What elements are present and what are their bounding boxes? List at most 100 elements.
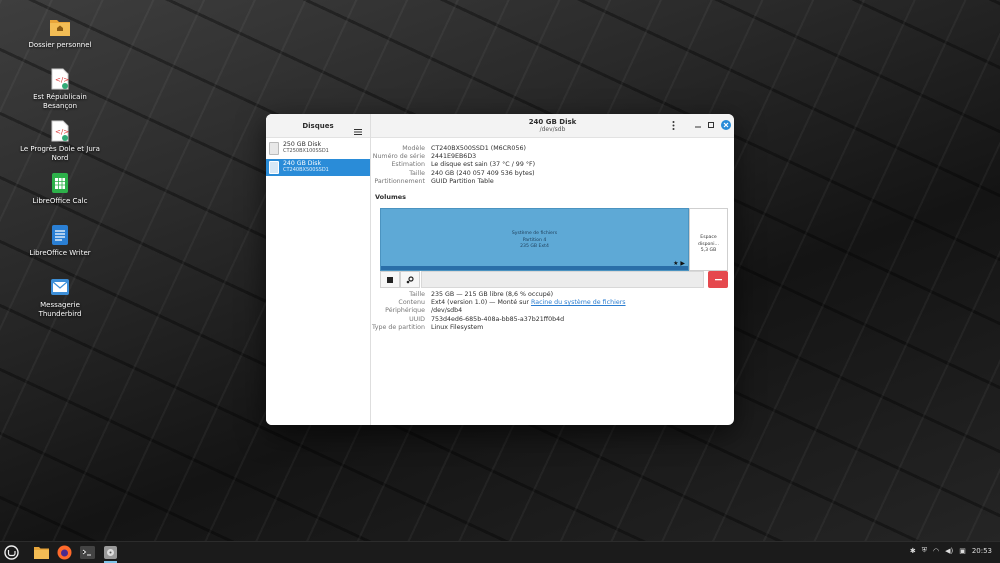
prop-key: Taille bbox=[409, 291, 425, 298]
desktop-icon-label: Le Progrès Dole et Jura Nord bbox=[20, 145, 100, 162]
svg-text:</>: </> bbox=[55, 76, 69, 84]
desktop-icon-thunderbird[interactable]: Messagerie Thunderbird bbox=[20, 276, 100, 319]
prop-value: Le disque est sain (37 °C / 99 °F) bbox=[431, 161, 536, 169]
disks-taskbar-item[interactable] bbox=[102, 544, 119, 563]
mint-menu-button[interactable] bbox=[3, 544, 20, 561]
taskbar: ✱ ⛨ ◠ ◀) ▣ 20:53 bbox=[0, 541, 1000, 563]
disk-item-250gb[interactable]: 250 GB Disk CT250BX100SSD1 bbox=[266, 140, 370, 157]
prop-row: Partitionnement GUID Partition Table bbox=[371, 178, 734, 186]
prop-row: Numéro de série 2441E9EB6D3 bbox=[371, 153, 734, 161]
desktop-icon-home[interactable]: Dossier personnel bbox=[20, 16, 100, 50]
prop-value: 753d4ed6-685b-408a-bb85-a37b21ff0b4d bbox=[431, 315, 565, 323]
firefox-icon bbox=[57, 545, 72, 560]
prop-value: GUID Partition Table bbox=[431, 177, 494, 185]
prop-value: /dev/sdb4 bbox=[431, 307, 463, 315]
kebab-menu-icon[interactable] bbox=[667, 119, 679, 131]
bluetooth-icon[interactable]: ✱ bbox=[910, 547, 916, 555]
terminal-launcher[interactable] bbox=[79, 544, 96, 561]
desktop-icon-label: Messagerie Thunderbird bbox=[38, 301, 82, 318]
disks-window: Disques 250 GB Disk CT250BX100SSD1 240 G… bbox=[266, 114, 734, 425]
prop-row: Modèle CT240BX500SSD1 (M6CR056) bbox=[371, 145, 734, 153]
prop-key: Estimation bbox=[391, 161, 425, 169]
disk-device-path: /dev/sdb bbox=[539, 126, 566, 133]
calc-icon bbox=[49, 172, 71, 194]
prop-value: 240 GB (240 057 409 536 bytes) bbox=[431, 169, 535, 177]
folder-home-icon bbox=[49, 16, 71, 38]
content-text: Ext4 (version 1.0) — Monté sur bbox=[431, 299, 531, 307]
mint-logo-icon bbox=[4, 545, 19, 560]
header-bar: 240 GB Disk /dev/sdb bbox=[371, 114, 734, 138]
sidebar: Disques 250 GB Disk CT250BX100SSD1 240 G… bbox=[266, 114, 371, 425]
volume-properties: Taille 235 GB — 215 GB libre (8,6 % occup… bbox=[371, 291, 626, 332]
maximize-icon[interactable] bbox=[705, 119, 717, 131]
disk-model: CT250BX100SSD1 bbox=[283, 148, 329, 155]
desktop-icon-label: Est Républicain Besançon bbox=[33, 93, 87, 110]
prop-value: CT240BX500SSD1 (M6CR056) bbox=[431, 145, 526, 152]
shield-icon[interactable]: ⛨ bbox=[922, 546, 927, 555]
notifications-icon[interactable]: ▣ bbox=[959, 547, 966, 555]
prop-value: Linux Filesystem bbox=[431, 323, 484, 331]
html-file-icon: </> bbox=[49, 68, 71, 90]
free-space-block[interactable]: Espace disponi... 5,3 GB bbox=[689, 208, 728, 271]
prop-row: UUID 753d4ed6-685b-408a-bb85-a37b21ff0b4d bbox=[371, 316, 626, 324]
disk-model: CT240BX500SSD1 bbox=[283, 167, 329, 174]
prop-value: 235 GB — 215 GB libre (8,6 % occupé) bbox=[431, 291, 554, 298]
delete-partition-button[interactable] bbox=[708, 271, 728, 288]
folder-icon bbox=[34, 547, 49, 559]
prop-key: UUID bbox=[409, 315, 425, 323]
desktop-icon-le-progres[interactable]: </> Le Progrès Dole et Jura Nord bbox=[20, 120, 100, 163]
desktop-icon-label: LibreOffice Writer bbox=[29, 249, 91, 257]
volume-icon[interactable]: ◀) bbox=[945, 547, 953, 555]
desktop-icon-est-republicain[interactable]: </> Est Républicain Besançon bbox=[20, 68, 100, 111]
disk-properties: Modèle CT240BX500SSD1 (M6CR056) Numéro de… bbox=[371, 138, 734, 201]
firefox-launcher[interactable] bbox=[56, 544, 73, 561]
main-panel: 240 GB Disk /dev/sdb Modèle CT240BX500SSD… bbox=[371, 114, 734, 425]
toolbar-spacer bbox=[421, 271, 704, 288]
disk-title: 240 GB Disk bbox=[528, 118, 577, 126]
hamburger-menu-icon[interactable] bbox=[354, 121, 362, 135]
prop-key: Périphérique bbox=[385, 307, 425, 315]
prop-key: Partitionnement bbox=[374, 177, 425, 185]
writer-icon bbox=[49, 224, 71, 246]
partition-size-label: 235 GB Ext4 bbox=[520, 244, 549, 249]
prop-row: Taille 235 GB — 215 GB libre (8,6 % occup… bbox=[371, 291, 626, 299]
gears-icon bbox=[406, 275, 414, 283]
mounted-star-play-icon: ★ ▶ bbox=[673, 260, 685, 267]
system-tray: ✱ ⛨ ◠ ◀) ▣ 20:53 bbox=[910, 546, 992, 555]
volumes-heading: Volumes bbox=[375, 193, 407, 202]
settings-button[interactable] bbox=[400, 271, 420, 288]
sidebar-header: Disques bbox=[266, 114, 370, 138]
prop-row: Estimation Le disque est sain (37 °C / 99… bbox=[371, 161, 734, 169]
minus-icon bbox=[714, 278, 722, 280]
terminal-icon bbox=[80, 546, 95, 559]
close-icon[interactable] bbox=[721, 120, 731, 130]
usage-stripe bbox=[381, 266, 688, 270]
prop-value: Ext4 (version 1.0) — Monté sur Racine du… bbox=[431, 299, 626, 307]
sidebar-title: Disques bbox=[302, 121, 334, 130]
network-icon[interactable]: ◠ bbox=[933, 547, 939, 555]
disk-item-240gb[interactable]: 240 GB Disk CT240BX500SSD1 bbox=[266, 159, 370, 176]
volume-map: Système de fichiers Partition 4 235 GB E… bbox=[380, 208, 728, 271]
desktop-icon-writer[interactable]: LibreOffice Writer bbox=[20, 224, 100, 258]
minimize-icon[interactable] bbox=[692, 119, 704, 131]
free-space-size: 5,3 GB bbox=[700, 248, 717, 253]
html-file-icon: </> bbox=[49, 120, 71, 142]
prop-row: Périphérique/dev/sdb4 bbox=[371, 307, 626, 315]
prop-key: Type de partition bbox=[371, 323, 425, 331]
disk-icon bbox=[269, 142, 279, 155]
prop-key: Taille bbox=[409, 169, 425, 177]
desktop-icon-calc[interactable]: LibreOffice Calc bbox=[20, 172, 100, 206]
partition-4-block[interactable]: Système de fichiers Partition 4 235 GB E… bbox=[380, 208, 689, 271]
files-launcher[interactable] bbox=[33, 544, 50, 561]
prop-key: Numéro de série bbox=[372, 153, 425, 161]
svg-text:</>: </> bbox=[55, 128, 69, 136]
desktop-icon-label: Dossier personnel bbox=[28, 41, 92, 49]
mount-point-link[interactable]: Racine du système de fichiers bbox=[531, 299, 626, 306]
clock[interactable]: 20:53 bbox=[972, 547, 992, 555]
disks-app-icon bbox=[104, 546, 117, 559]
unmount-button[interactable] bbox=[380, 271, 400, 288]
prop-row: Type de partition Linux Filesystem bbox=[371, 324, 626, 332]
volume-toolbar bbox=[380, 271, 728, 288]
stop-icon bbox=[387, 276, 393, 283]
free-space-label: Espace disponi... bbox=[698, 235, 719, 247]
